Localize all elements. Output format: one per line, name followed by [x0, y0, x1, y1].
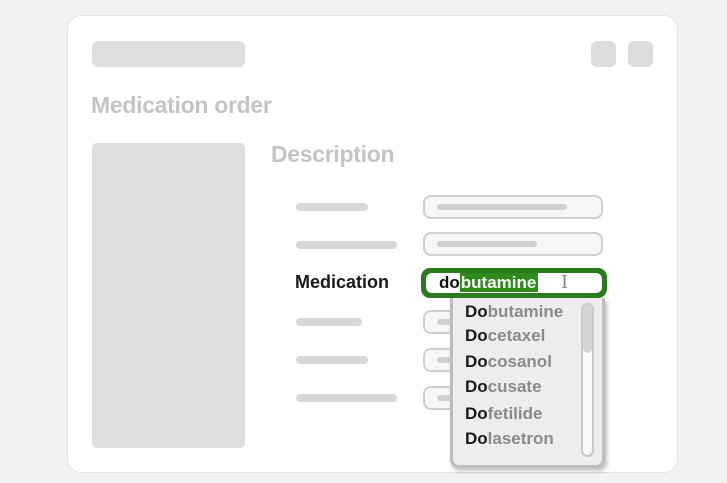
field-value-placeholder [437, 204, 567, 210]
autocomplete-dropdown: Dobutamine Docetaxel Docosanol Docusate … [450, 298, 605, 468]
medication-input[interactable]: dobutamine I [421, 268, 607, 298]
suggestion-rest: cosanol [487, 352, 552, 371]
suggestion-prefix: Do [465, 377, 488, 396]
field-label-placeholder [296, 394, 397, 402]
suggestion-item[interactable]: Docetaxel [465, 326, 545, 346]
field-label-placeholder [296, 356, 368, 364]
suggestion-item[interactable]: Docusate [465, 377, 542, 397]
autocomplete-selection: butamine [459, 273, 539, 292]
scrollbar-thumb[interactable] [583, 305, 592, 353]
page-title: Medication order [91, 92, 272, 118]
dropdown-scrollbar[interactable] [581, 303, 594, 457]
typed-text: do [439, 273, 460, 292]
window-button-1[interactable] [591, 41, 616, 67]
screen: Medication order Description Medication … [0, 0, 727, 483]
window-button-2[interactable] [628, 41, 653, 67]
suggestion-prefix: Do [465, 404, 488, 423]
suggestion-item[interactable]: Dofetilide [465, 404, 542, 424]
suggestion-rest: cetaxel [487, 326, 546, 345]
suggestion-rest: cusate [487, 377, 542, 396]
suggestion-item[interactable]: Docosanol [465, 352, 552, 372]
medication-label: Medication [295, 272, 390, 292]
side-panel-placeholder [92, 143, 245, 448]
medication-input-text[interactable]: dobutamine I [426, 273, 602, 293]
field-label-placeholder [296, 203, 368, 211]
field-label-placeholder [296, 241, 397, 249]
medication-order-window: Medication order Description Medication … [67, 15, 678, 473]
field-value-placeholder [437, 241, 537, 247]
suggestion-item[interactable]: Dobutamine [465, 302, 563, 322]
suggestion-list: Dobutamine Docetaxel Docosanol Docusate … [453, 298, 602, 465]
suggestion-prefix: Do [465, 352, 488, 371]
suggestion-item[interactable]: Dolasetron [465, 429, 554, 449]
suggestion-rest: lasetron [487, 429, 554, 448]
suggestion-prefix: Do [465, 302, 488, 321]
title-bar-placeholder [92, 41, 245, 67]
text-field-2[interactable] [423, 232, 603, 256]
suggestion-prefix: Do [465, 326, 488, 345]
suggestion-prefix: Do [465, 429, 488, 448]
suggestion-rest: butamine [487, 302, 564, 321]
text-cursor-icon: I [561, 272, 569, 293]
text-field-1[interactable] [423, 195, 603, 219]
suggestion-rest: fetilide [487, 404, 543, 423]
section-title: Description [271, 141, 395, 167]
field-label-placeholder [296, 318, 362, 326]
